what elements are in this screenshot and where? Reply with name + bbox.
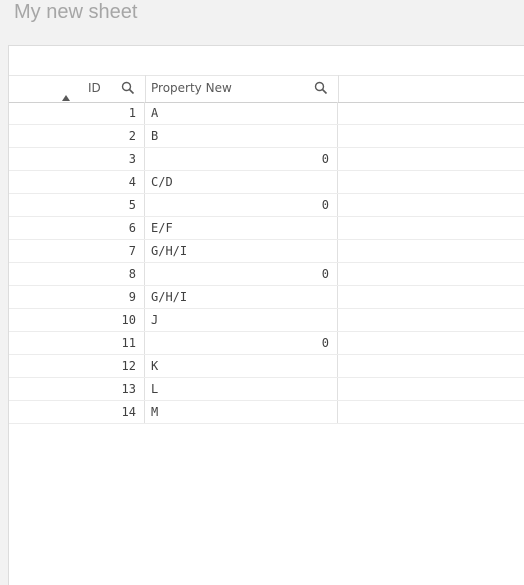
cell-property-new[interactable]: 0	[146, 194, 338, 216]
column-header-id[interactable]: ID	[9, 75, 146, 102]
cell-property-new[interactable]: E/F	[146, 217, 338, 239]
cell-id[interactable]: 2	[9, 125, 145, 147]
cell-id[interactable]: 11	[9, 332, 145, 354]
cell-property-new[interactable]: A	[146, 102, 338, 124]
cell-id[interactable]: 12	[9, 355, 145, 377]
cell-id[interactable]: 1	[9, 102, 145, 124]
table-row[interactable]: 12 K	[9, 355, 524, 378]
sort-ascending-icon	[62, 95, 70, 101]
search-icon[interactable]	[314, 81, 328, 95]
table-row[interactable]: 4 C/D	[9, 171, 524, 194]
cell-property-new[interactable]: J	[146, 309, 338, 331]
search-icon[interactable]	[121, 81, 135, 95]
table-row[interactable]: 9 G/H/I	[9, 286, 524, 309]
table-row[interactable]: 50	[9, 194, 524, 217]
cell-property-new[interactable]: C/D	[146, 171, 338, 193]
panel-toolbar	[9, 46, 524, 76]
table-row[interactable]: 13 L	[9, 378, 524, 401]
cell-property-new[interactable]: B	[146, 125, 338, 147]
cell-id[interactable]: 14	[9, 401, 145, 423]
column-header-property-new[interactable]: Property New	[146, 75, 339, 102]
cell-property-new[interactable]: G/H/I	[146, 286, 338, 308]
cell-property-new[interactable]: K	[146, 355, 338, 377]
cell-id[interactable]: 9	[9, 286, 145, 308]
table-row[interactable]: 7 G/H/I	[9, 240, 524, 263]
table-header: ID Property New	[9, 75, 524, 103]
cell-id[interactable]: 4	[9, 171, 145, 193]
cell-property-new[interactable]: 0	[146, 332, 338, 354]
table-row[interactable]: 10 J	[9, 309, 524, 332]
cell-property-new[interactable]: L	[146, 378, 338, 400]
cell-id[interactable]: 6	[9, 217, 145, 239]
table-row[interactable]: 11 0	[9, 332, 524, 355]
table-body: 1 A 2 B 3 0 4 C/D 5 0 6 E/F 7 G/H/I 8 0 9 G/H/I 10 J 11 0 12 K 1…	[9, 102, 524, 424]
cell-id[interactable]: 13	[9, 378, 145, 400]
table-row[interactable]: 80	[9, 263, 524, 286]
table-panel: ID Property New 1 A 2 B 3 0 4 C/D 5 0 6 E/F 7 G/H/I 8 0…	[8, 45, 524, 585]
cell-property-new[interactable]: G/H/I	[146, 240, 338, 262]
cell-id[interactable]: 10	[9, 309, 145, 331]
table-row[interactable]: 1A	[9, 102, 524, 125]
cell-id[interactable]: 5	[9, 194, 145, 216]
table-row[interactable]: 30	[9, 148, 524, 171]
column-header-property-new-label: Property New	[151, 81, 232, 95]
cell-id[interactable]: 3	[9, 148, 145, 170]
cell-id[interactable]: 7	[9, 240, 145, 262]
cell-id[interactable]: 8	[9, 263, 145, 285]
sheet-title: My new sheet	[14, 1, 138, 23]
table-row[interactable]: 2B	[9, 125, 524, 148]
table-row[interactable]: 14 M	[9, 401, 524, 424]
cell-property-new[interactable]: 0	[146, 263, 338, 285]
cell-property-new[interactable]: 0	[146, 148, 338, 170]
table-row[interactable]: 6 E/F	[9, 217, 524, 240]
cell-property-new[interactable]: M	[146, 401, 338, 423]
column-header-id-label: ID	[88, 81, 101, 95]
